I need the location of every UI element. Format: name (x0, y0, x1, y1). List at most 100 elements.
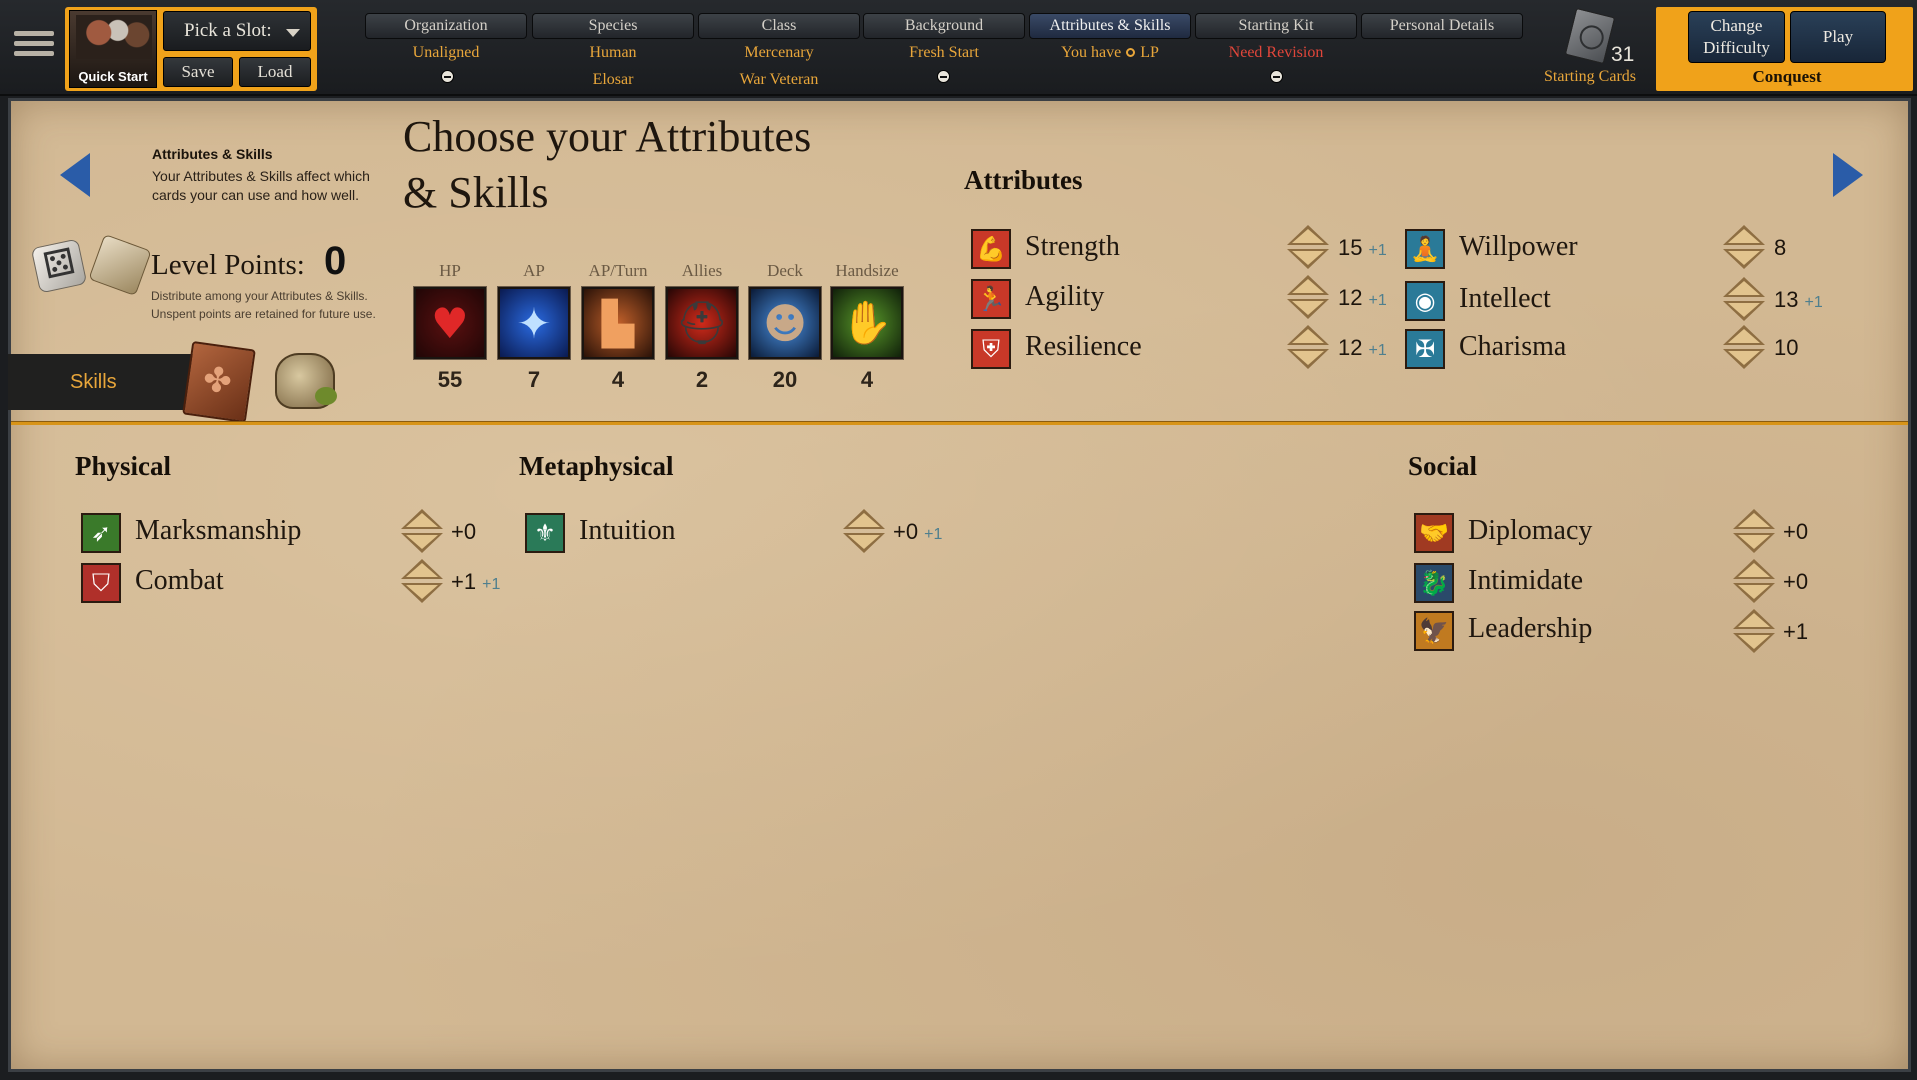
attribute-name: Resilience (1025, 331, 1142, 362)
stat-value: 20 (772, 367, 798, 392)
skill-name: Marksmanship (135, 515, 302, 546)
class-value: Mercenary (744, 44, 814, 61)
skill-name: Combat (135, 565, 224, 596)
background-clear-icon[interactable] (937, 70, 950, 83)
change-difficulty-button[interactable]: Change Difficulty (1688, 11, 1785, 63)
heart-icon: ♥ (414, 287, 486, 359)
resilience-bonus: +1 (1368, 342, 1387, 359)
species-value: Human (589, 44, 637, 61)
dice-icon[interactable] (30, 238, 88, 294)
resilience-stepper[interactable] (1287, 325, 1329, 371)
quick-start-button[interactable]: Quick Start (69, 10, 157, 88)
stat-hp: HP ♥ 55 (409, 261, 491, 393)
meditating-figure-icon: 🧘 (1405, 229, 1445, 269)
starting-cards-label: Starting Cards (1544, 68, 1636, 85)
save-slot-panel: Quick Start Pick a Slot: Save Load (65, 7, 317, 91)
tab-attributes-skills[interactable]: Attributes & Skills (1029, 13, 1191, 39)
brain-icon: ◉ (1405, 281, 1445, 321)
stat-deck: Deck ☻ 20 (744, 261, 826, 393)
skill-name: Leadership (1468, 613, 1593, 644)
intellect-stepper[interactable] (1723, 277, 1765, 323)
willpower-stepper[interactable] (1723, 225, 1765, 271)
eye-tree-icon: ⚜ (525, 513, 565, 553)
diplomacy-stepper[interactable] (1733, 509, 1775, 555)
stat-value: 7 (527, 367, 541, 392)
level-points-value: 0 (324, 239, 347, 283)
top-bar: Quick Start Pick a Slot: Save Load Organ… (0, 0, 1917, 96)
attribute-name: Intellect (1459, 283, 1551, 314)
stat-label: Allies (681, 261, 723, 280)
gear-bag-icon[interactable] (275, 353, 337, 409)
info-description: Your Attributes & Skills affect which ca… (152, 168, 370, 203)
resilience-value-number: 12 (1338, 335, 1363, 360)
tab-starting-kit[interactable]: Starting Kit (1195, 13, 1357, 39)
intimidate-stepper[interactable] (1733, 559, 1775, 605)
starting-cards[interactable]: 31 Starting Cards (1535, 7, 1645, 92)
organization-clear-icon[interactable] (441, 70, 454, 83)
intuition-bonus: +1 (924, 526, 943, 543)
load-button[interactable]: Load (239, 57, 311, 87)
species-subvalue: Elosar (592, 71, 634, 88)
tab-organization[interactable]: Organization (365, 13, 527, 39)
stat-handsize: Handsize ✋ 4 (826, 261, 908, 393)
difficulty-panel: Change Difficulty Play Conquest (1656, 7, 1913, 91)
section-divider (11, 421, 1908, 425)
intellect-bonus: +1 (1804, 294, 1823, 311)
starting-cards-count: 31 (1611, 43, 1635, 66)
agility-stepper[interactable] (1287, 275, 1329, 321)
tab-skills[interactable]: Skills (8, 354, 198, 410)
dragon-head-icon: 🐉 (1414, 563, 1454, 603)
hand-icon: ✋ (831, 287, 903, 359)
strength-value-number: 15 (1338, 235, 1363, 260)
stat-value: 4 (860, 367, 874, 392)
intellect-value-number: 13 (1774, 287, 1799, 312)
stat-ap-turn: AP/Turn ▙ 4 (577, 261, 659, 393)
lp-status-prefix: You have (1061, 44, 1122, 61)
flexed-arm-icon: 💪 (971, 229, 1011, 269)
slot-dropdown[interactable]: Pick a Slot: (163, 11, 311, 51)
arrows-icon: ➶ (81, 513, 121, 553)
willpower-value: 8 (1774, 235, 1792, 261)
face-icon: ☻ (749, 287, 821, 359)
stat-label: AP (523, 261, 545, 280)
charisma-stepper[interactable] (1723, 325, 1765, 371)
tab-personal-details[interactable]: Personal Details (1361, 13, 1523, 39)
tab-class[interactable]: Class (698, 13, 860, 39)
skill-name: Intuition (579, 515, 676, 546)
tab-species[interactable]: Species (532, 13, 694, 39)
strength-stepper[interactable] (1287, 225, 1329, 271)
running-figure-icon: 🏃 (971, 279, 1011, 319)
combat-stepper[interactable] (401, 559, 443, 605)
eagle-crest-icon: 🦅 (1414, 611, 1454, 651)
strength-value: 15 +1 (1338, 235, 1387, 261)
armored-torso-icon: ⛨ (971, 329, 1011, 369)
agility-value: 12 +1 (1338, 285, 1387, 311)
combat-bonus: +1 (482, 576, 501, 593)
social-heading: Social (1408, 451, 1478, 481)
next-arrow-icon[interactable] (1833, 153, 1863, 197)
stat-label: HP (439, 261, 461, 280)
stat-label: Deck (767, 261, 803, 280)
intuition-value: +0 +1 (893, 519, 942, 545)
marksmanship-stepper[interactable] (401, 509, 443, 555)
metaphysical-heading: Metaphysical (519, 451, 674, 481)
quick-start-portrait-icon (76, 15, 152, 59)
play-button[interactable]: Play (1790, 11, 1886, 63)
save-button[interactable]: Save (163, 57, 233, 87)
previous-arrow-icon[interactable] (60, 153, 90, 197)
willpower-value-number: 8 (1774, 235, 1787, 260)
starting-kit-value: Need Revision (1228, 44, 1324, 61)
hamburger-menu-icon[interactable] (14, 26, 54, 66)
intuition-stepper[interactable] (843, 509, 885, 555)
attribute-name: Willpower (1459, 231, 1578, 262)
skills-book-icon[interactable] (182, 340, 256, 424)
strength-bonus: +1 (1368, 242, 1387, 259)
starting-kit-clear-icon[interactable] (1270, 70, 1283, 83)
tab-background[interactable]: Background (863, 13, 1025, 39)
card-deck-icon (1564, 7, 1616, 65)
stat-ap: AP ✦ 7 (493, 261, 575, 393)
resilience-value: 12 +1 (1338, 335, 1387, 361)
scroll-icon[interactable] (88, 233, 152, 297)
leadership-stepper[interactable] (1733, 609, 1775, 655)
page-title: Choose your Attributes & Skills (403, 112, 812, 217)
